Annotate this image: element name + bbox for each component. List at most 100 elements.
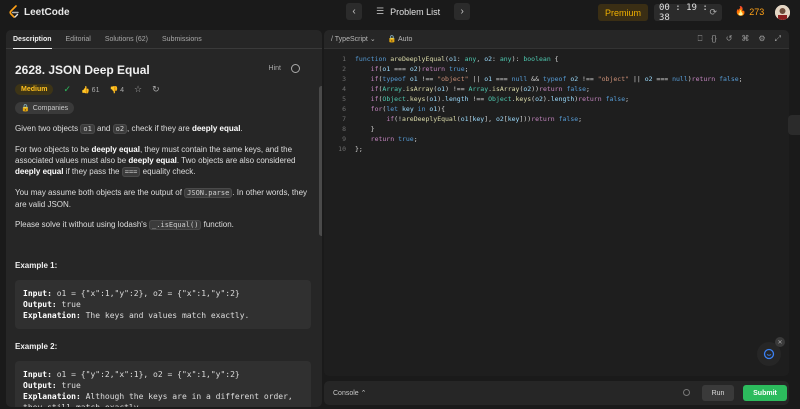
code-text: function areDeeplyEqual(o1: any, o2: any… (355, 55, 559, 63)
star-icon[interactable]: ☆ (134, 84, 142, 95)
code-line: 6 for(let key in o1){ (324, 104, 789, 114)
timer[interactable]: 00 : 19 : 38 ⟳ (654, 3, 722, 23)
logo[interactable]: LeetCode (8, 5, 70, 19)
code-text: } (355, 125, 375, 133)
label: Input: (23, 289, 52, 298)
run-button[interactable]: Run (702, 385, 734, 401)
solved-check-icon: ✓ (63, 84, 71, 94)
reset-icon[interactable]: ↺ (726, 34, 733, 44)
list-icon: ☰ (376, 6, 385, 16)
like-count: 61 (91, 86, 100, 94)
problem-meta: Medium ✓ 👍 61 👎 4 ☆ ↻ (15, 84, 311, 95)
code-text: if(!areDeeplyEqual(o1[key], o2[key]))ret… (386, 115, 583, 123)
code-line: 7 if(!areDeeplyEqual(o1[key], o2[key]))r… (324, 114, 789, 124)
problem-nav: ‹ ☰ Problem List › (346, 3, 471, 20)
thumbs-up-icon: 👍 (81, 86, 90, 94)
console-toggle[interactable]: Console ⌃ (333, 389, 367, 397)
chevron-right-icon: › (460, 6, 464, 17)
difficulty-badge: Medium (15, 84, 54, 95)
code-text: for(let key in o1){ (370, 105, 446, 113)
settings-icon[interactable] (683, 389, 690, 396)
label: Output: (23, 300, 57, 309)
value: true (56, 300, 81, 309)
streak-counter[interactable]: 🔥 273 (735, 6, 764, 17)
description-panel: Description Editorial Solutions (62) Sub… (6, 30, 322, 407)
avatar[interactable] (775, 5, 790, 20)
desc-paragraph-2: For two objects to be deeply equal, they… (15, 144, 311, 178)
streak-value: 273 (749, 6, 765, 17)
code-line: 3 if(typeof o1 !== "object" || o1 === nu… (324, 74, 789, 84)
fullscreen-icon[interactable]: ⤢ (775, 34, 781, 44)
text: and (94, 124, 113, 133)
companies-tag[interactable]: 🔒 Companies (15, 102, 75, 114)
inline-code: JSON.parse (184, 188, 233, 198)
submit-button[interactable]: Submit (743, 385, 787, 401)
reset-timer-icon[interactable]: ⟳ (709, 8, 717, 18)
label: Output: (23, 381, 57, 390)
bold-text: deeply equal (15, 167, 64, 176)
companies-label: Companies (32, 104, 69, 112)
example-2-explanation: Explanation: Although the keys are in a … (23, 391, 303, 407)
example-2-output: Output: true (23, 380, 303, 391)
example-1-output: Output: true (23, 299, 303, 310)
code-text: if(Object.keys(o1).length !== Object.key… (370, 95, 630, 103)
code-text: return true; (370, 135, 418, 143)
code-text: }; (355, 145, 363, 153)
example-2-input: Input: o1 = {"y":2,"x":1}, o2 = {"x":1,"… (23, 369, 303, 380)
braces-icon[interactable]: {} (711, 34, 716, 44)
code-text: if(Array.isArray(o1) !== Array.isArray(o… (370, 85, 590, 93)
description-content: 2628. JSON Deep Equal Hint Medium ✓ 👍 61… (15, 49, 311, 407)
tab-editorial[interactable]: Editorial (66, 36, 91, 43)
chevron-down-icon: ⌄ (369, 36, 376, 43)
side-notes-tab[interactable] (788, 115, 800, 135)
gear-icon[interactable]: ⚙ (758, 34, 765, 44)
next-problem-button[interactable]: › (454, 3, 471, 20)
console-bar: Console ⌃ Run Submit (324, 381, 789, 405)
share-icon[interactable]: ↻ (152, 84, 160, 95)
shortcut-icon[interactable]: ⌘ (741, 34, 749, 44)
line-number: 1 (342, 55, 346, 63)
code-text: if(typeof o1 !== "object" || o1 === null… (370, 75, 743, 83)
close-icon[interactable]: ✕ (775, 337, 785, 347)
prev-problem-button[interactable]: ‹ (346, 3, 362, 20)
bookmark-icon[interactable]: ⎕ (698, 34, 703, 44)
text: For two objects to be (15, 145, 92, 154)
tab-solutions[interactable]: Solutions (62) (105, 36, 148, 43)
line-number: 6 (342, 105, 346, 113)
dislike-button[interactable]: 👎 4 (109, 86, 124, 94)
example-1-input: Input: o1 = {"x":1,"y":2}, o2 = {"x":1,"… (23, 288, 303, 299)
desc-paragraph-3: You may assume both objects are the outp… (15, 187, 311, 210)
language-select[interactable]: / TypeScript ⌄ (331, 35, 376, 43)
desc-paragraph-1: Given two objects o1 and o2, check if th… (15, 123, 311, 135)
inline-code: _.isEqual() (149, 220, 202, 230)
problem-description: Given two objects o1 and o2, check if th… (15, 123, 311, 231)
inline-code: o2 (112, 124, 128, 134)
problem-list-button[interactable]: ☰ Problem List (368, 6, 448, 17)
description-scrollbar[interactable] (319, 86, 322, 236)
text: . (240, 124, 243, 133)
example-2-box: Input: o1 = {"y":2,"x":1}, o2 = {"x":1,"… (15, 361, 311, 407)
tab-description[interactable]: Description (13, 36, 52, 49)
desc-paragraph-4: Please solve it without using lodash's _… (15, 219, 311, 231)
language-value: TypeScript (334, 36, 368, 43)
tab-submissions[interactable]: Submissions (162, 36, 202, 43)
inline-code: === (121, 167, 141, 177)
info-icon[interactable] (291, 64, 300, 73)
premium-button[interactable]: Premium (598, 4, 649, 21)
line-number: 4 (342, 85, 346, 93)
auto-mode-toggle[interactable]: 🔒 Auto (388, 35, 413, 43)
line-number: 7 (342, 115, 346, 123)
text: . Two objects are also considered (176, 156, 296, 165)
text: Given two objects (15, 124, 81, 133)
code-area[interactable]: 1 function areDeeplyEqual(o1: any, o2: an… (324, 54, 789, 154)
text: , check if they are (127, 124, 192, 133)
code-text: if(o1 === o2)return true; (370, 65, 469, 73)
logo-text: LeetCode (24, 6, 70, 18)
like-button[interactable]: 👍 61 (81, 86, 99, 94)
hint-button[interactable]: Hint (269, 65, 281, 72)
mode-value: Auto (397, 36, 413, 43)
code-line: 10}; (324, 144, 789, 154)
text: equality check. (140, 167, 196, 176)
bold-text: deeply equal (91, 145, 140, 154)
text: Please solve it without using lodash's (15, 220, 150, 229)
